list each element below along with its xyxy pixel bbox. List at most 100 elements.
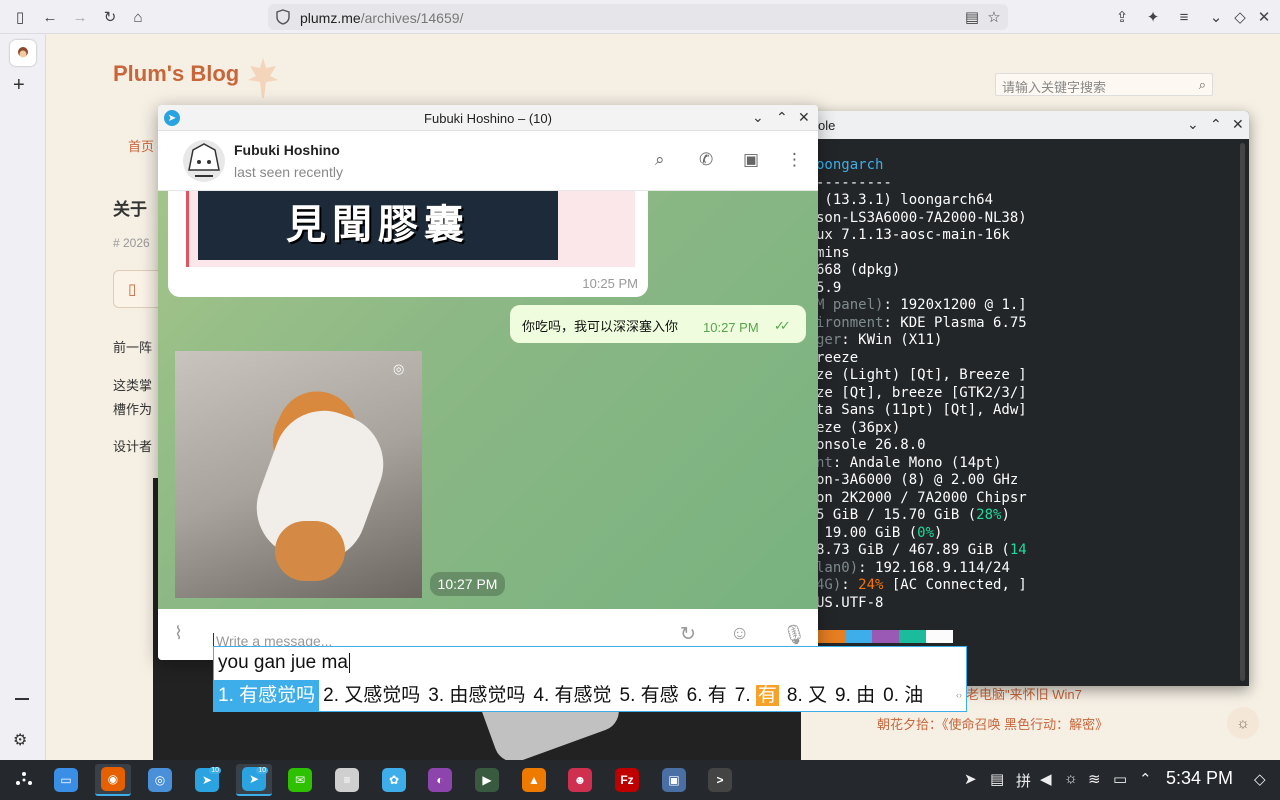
bot-commands-icon[interactable]: ↻ xyxy=(680,623,696,646)
clock[interactable]: 5:34 PM xyxy=(1166,768,1233,789)
window-minimize-icon[interactable]: ⌄ xyxy=(1206,7,1226,27)
message-time: 10:25 PM xyxy=(582,276,638,291)
tray-expand-icon[interactable]: ⌃ xyxy=(1139,770,1152,788)
share-icon[interactable]: ⇪ xyxy=(1112,7,1132,27)
emoji-icon[interactable]: ☺ xyxy=(730,623,749,645)
page-arrows-icon[interactable]: ‹› xyxy=(956,690,962,700)
ime-candidate[interactable]: 7. 有 xyxy=(731,680,783,711)
minimize-icon[interactable]: ⌄ xyxy=(1187,116,1199,133)
ime-candidate[interactable]: 4. 有感觉 xyxy=(529,680,615,711)
taskbar-app-button[interactable]: ➤ 10 xyxy=(189,764,225,796)
taskbar-app-button[interactable]: ◐ xyxy=(422,764,458,796)
contact-avatar[interactable] xyxy=(183,140,225,182)
show-desktop-icon[interactable]: ◇ xyxy=(1254,770,1266,788)
ime-candidate[interactable]: 1. 有感觉吗 xyxy=(214,680,320,711)
volume-icon[interactable]: ◀ xyxy=(1040,770,1052,788)
ime-candidate-label: 6. 有 xyxy=(686,685,727,706)
telegram-titlebar[interactable]: ➤ Fubuki Hoshino – (10) ⌄ ⌃ ✕ xyxy=(158,105,818,131)
ime-candidate[interactable]: 2. 又感觉吗 xyxy=(319,680,424,711)
terminal-text: reeze xyxy=(816,349,859,366)
taskbar-app-button[interactable]: > xyxy=(702,764,738,796)
terminal-line: lan0): 192.168.9.114/24 xyxy=(816,560,1027,578)
terminal-text: (13.3.1) loongarch64 xyxy=(816,192,994,208)
ime-candidate[interactable]: 9. 由 xyxy=(831,680,879,711)
search-input[interactable]: 请输入关键字搜索 ⌕ xyxy=(995,73,1213,96)
terminal-line: ze (Light) [Qt], Breeze ] xyxy=(816,367,1027,385)
incoming-message[interactable]: 見聞膠囊 10:25 PM xyxy=(168,191,648,297)
reload-button[interactable]: ↻ xyxy=(100,7,120,27)
taskbar-app-button[interactable]: ◎ xyxy=(142,764,178,796)
address-bar[interactable]: plumz.me/archives/14659/ ▤ ☆ xyxy=(268,4,1008,30)
toc-button[interactable]: ▯ xyxy=(113,270,163,308)
phone-icon[interactable]: ✆ xyxy=(699,150,713,170)
ime-candidate[interactable]: 8. 又 xyxy=(783,680,831,711)
battery-icon[interactable]: ▭ xyxy=(1113,770,1127,788)
ime-candidate[interactable]: 0. 油 xyxy=(879,680,927,711)
terminal-output[interactable]: oongarch --------- (13.3.1) loongarch64 so… xyxy=(816,157,1027,612)
taskbar-app-button[interactable]: ≡ xyxy=(329,764,365,796)
nav-home-link[interactable]: 首页 xyxy=(128,136,154,155)
taskbar-app-button[interactable]: ✉ xyxy=(282,764,318,796)
add-panel-icon[interactable]: + xyxy=(13,74,25,97)
related-post-link-2[interactable]: 朝花夕拾：《使命召唤 黑色行动：解密》 xyxy=(877,714,1108,733)
forward-button[interactable]: → xyxy=(70,7,90,27)
theme-toggle-button[interactable]: ☼ xyxy=(1227,707,1259,739)
taskbar-app-button[interactable]: ✿ xyxy=(376,764,412,796)
taskbar-app-button[interactable]: ▶ xyxy=(469,764,505,796)
ime-candidate[interactable]: 6. 有 xyxy=(683,680,731,711)
search-icon[interactable]: ⌕ xyxy=(1199,77,1206,93)
menu-icon[interactable]: ≡ xyxy=(1174,7,1194,27)
terminal-text: 14 xyxy=(1009,542,1027,558)
related-post-link-1[interactable]: 老电脑"来怀旧 Win7 xyxy=(966,684,1082,703)
bookmark-star-icon[interactable]: ☆ xyxy=(984,7,1004,27)
color-swatch xyxy=(818,630,845,643)
photo-message[interactable]: ◎ xyxy=(175,351,422,598)
ime-candidate[interactable]: 5. 有感 xyxy=(616,680,683,711)
window-close-icon[interactable]: ✕ xyxy=(1254,7,1274,27)
sidebar-toggle-icon[interactable]: ▯ xyxy=(10,7,30,27)
terminal-line: US.UTF-8 xyxy=(816,595,1027,613)
outgoing-message[interactable]: 你吃吗，我可以深深塞入你 10:27 PM ✓✓ xyxy=(510,305,806,343)
minimize-icon[interactable]: ⌄ xyxy=(752,109,764,126)
collapse-icon[interactable] xyxy=(15,698,29,700)
extension-puzzle-icon[interactable]: ✦ xyxy=(1143,7,1163,27)
sidebar-panel-icon[interactable]: ▣ xyxy=(743,150,759,170)
post-paragraph-2a: 这类掌 xyxy=(113,378,153,393)
taskbar-app-button[interactable]: ☻ xyxy=(562,764,598,796)
konsole-titlebar[interactable]: ole ⌄ ⌃ ✕ xyxy=(800,111,1249,139)
taskbar-app-button[interactable]: ➤ 10 xyxy=(236,764,272,796)
photo-time: 10:27 PM xyxy=(430,572,505,596)
quoted-image[interactable]: 見聞膠囊 xyxy=(198,191,558,260)
maximize-icon[interactable]: ⌃ xyxy=(776,109,788,126)
search-icon[interactable]: ⌕ xyxy=(655,150,665,170)
telegram-tray-icon[interactable]: ➤ xyxy=(964,770,977,788)
clipboard-icon[interactable]: ▤ xyxy=(990,770,1004,788)
taskbar-app-button[interactable]: ◉ xyxy=(95,764,131,796)
attach-icon[interactable]: ⌇ xyxy=(174,623,183,644)
taskbar-app-button[interactable]: ▣ xyxy=(656,764,692,796)
contact-name[interactable]: Fubuki Hoshino xyxy=(234,142,340,158)
gear-icon[interactable]: ⚙ xyxy=(13,730,27,750)
more-menu-icon[interactable]: ⋮ xyxy=(786,150,803,170)
chat-area[interactable]: 見聞膠囊 10:25 PM 你吃吗，我可以深深塞入你 10:27 PM ✓✓ ◎… xyxy=(158,191,818,609)
avatar[interactable] xyxy=(10,40,36,66)
back-button[interactable]: ← xyxy=(40,7,60,27)
taskbar-app-button[interactable]: ▭ xyxy=(48,764,84,796)
taskbar-app-button[interactable]: ▲ xyxy=(516,764,552,796)
close-icon[interactable]: ✕ xyxy=(798,109,810,126)
terminal-scrollbar[interactable] xyxy=(1240,143,1245,681)
brightness-icon[interactable]: ☼ xyxy=(1064,770,1078,787)
input-method-icon[interactable]: 拼 xyxy=(1016,770,1031,791)
reader-view-icon[interactable]: ▤ xyxy=(962,7,982,27)
wifi-icon[interactable]: ≋ xyxy=(1088,770,1101,788)
extension-icon[interactable]: ⌂ xyxy=(128,7,148,27)
taskbar-app-button[interactable]: Fz xyxy=(609,764,645,796)
blog-title[interactable]: Plum's Blog xyxy=(113,61,239,87)
close-icon[interactable]: ✕ xyxy=(1232,116,1244,133)
ime-candidate[interactable]: 3. 由感觉吗 xyxy=(424,680,529,711)
window-restore-icon[interactable]: ◇ xyxy=(1230,7,1250,27)
vlc-icon: ▲ xyxy=(522,768,546,792)
maximize-icon[interactable]: ⌃ xyxy=(1210,116,1222,133)
microphone-icon[interactable]: 🎙 xyxy=(782,623,806,647)
app-launcher-button[interactable] xyxy=(6,764,42,796)
